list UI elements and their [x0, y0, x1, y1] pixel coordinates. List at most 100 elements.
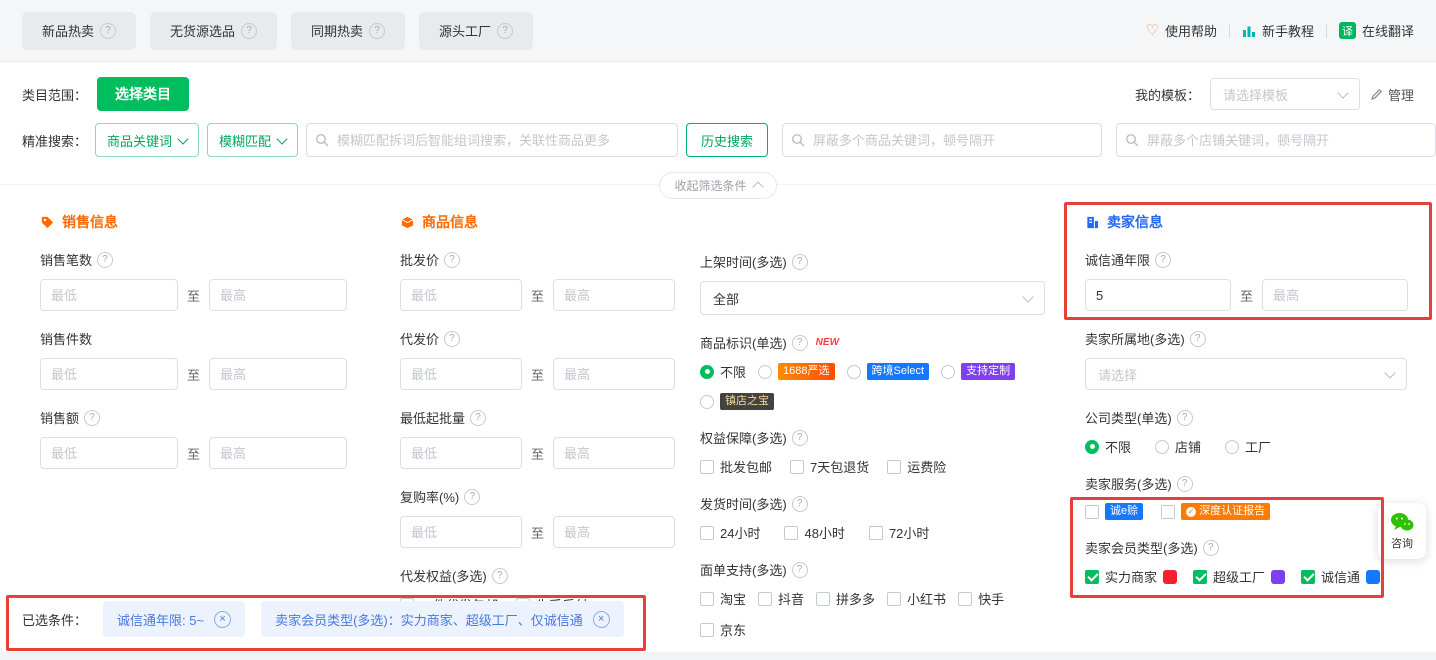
info-icon[interactable] [1190, 331, 1206, 347]
radio-tag-shop-treasure[interactable]: 镇店之宝 [700, 393, 774, 410]
manage-template-button[interactable]: 管理 [1370, 85, 1414, 104]
checkbox-48h[interactable]: 48小时 [784, 523, 844, 542]
info-icon[interactable] [444, 252, 460, 268]
radio-tag-crossborder-select[interactable]: 跨境Select [847, 363, 930, 380]
block-shop-keywords-input[interactable] [1116, 123, 1436, 157]
checkbox-wholesale-free-shipping[interactable]: 批发包邮 [700, 457, 772, 476]
info-icon[interactable] [792, 254, 808, 270]
collapse-filters-button[interactable]: 收起筛选条件 [659, 172, 776, 199]
checkbox-cheng-e-she[interactable]: 诚e赊 [1085, 503, 1143, 520]
match-mode-dropdown[interactable]: 模糊匹配 [207, 123, 298, 157]
my-template-label: 我的模板： [1135, 85, 1200, 104]
info-icon[interactable] [100, 23, 116, 39]
max-input[interactable] [553, 279, 675, 311]
radio-tag-1688-select[interactable]: 1688严选 [758, 363, 834, 380]
info-icon[interactable] [492, 568, 508, 584]
checkbox-super-factory[interactable]: 超级工厂 [1193, 567, 1285, 586]
info-icon[interactable] [369, 23, 385, 39]
info-icon[interactable] [444, 331, 460, 347]
checkbox-taobao[interactable]: 淘宝 [700, 589, 746, 608]
min-input[interactable] [40, 358, 178, 390]
min-input[interactable] [400, 437, 522, 469]
tab-no-source-selection[interactable]: 无货源选品 [150, 12, 277, 50]
checkbox-24h[interactable]: 24小时 [700, 523, 760, 542]
history-search-button[interactable]: 历史搜索 [686, 123, 768, 157]
shelf-time-select[interactable]: 全部 [700, 281, 1045, 315]
checkbox-icon [700, 526, 714, 540]
years-max-input[interactable] [1262, 279, 1408, 311]
info-icon[interactable] [84, 410, 100, 426]
info-icon[interactable] [1203, 540, 1219, 556]
info-icon[interactable] [1155, 252, 1171, 268]
divider [1229, 24, 1230, 38]
help-link[interactable]: ♡ 使用帮助 [1146, 21, 1217, 40]
info-icon[interactable] [792, 562, 808, 578]
max-input[interactable] [209, 358, 347, 390]
info-icon[interactable] [1177, 476, 1193, 492]
info-icon[interactable] [497, 23, 513, 39]
field-product-tag: 商品标识(单选) NEW 不限 1688严选 跨境Select [700, 333, 1050, 410]
checkbox-strength-merchant[interactable]: 实力商家 [1085, 567, 1177, 586]
checkbox-kuaishou[interactable]: 快手 [958, 589, 1004, 608]
checkbox-xiaohongshu[interactable]: 小红书 [887, 589, 946, 608]
max-input[interactable] [553, 516, 675, 548]
checkbox-douyin[interactable]: 抖音 [758, 589, 804, 608]
template-select[interactable]: 请选择模板 [1210, 78, 1360, 110]
checkbox-chengxintong[interactable]: 诚信通 [1301, 567, 1380, 586]
select-category-button[interactable]: 选择类目 [97, 77, 189, 111]
info-icon[interactable] [97, 252, 113, 268]
checkbox-icon [700, 592, 714, 606]
tab-new-hot[interactable]: 新品热卖 [22, 12, 136, 50]
checkbox-jingdong[interactable]: 京东 [700, 620, 746, 639]
info-icon[interactable] [241, 23, 257, 39]
tab-same-period-hot[interactable]: 同期热卖 [291, 12, 405, 50]
years-min-input[interactable] [1085, 279, 1231, 311]
info-icon[interactable] [470, 410, 486, 426]
max-input[interactable] [209, 279, 347, 311]
remove-condition-icon[interactable] [593, 611, 610, 628]
info-icon[interactable] [792, 496, 808, 512]
field-company-type: 公司类型(单选) 不限 店铺 工厂 [1085, 408, 1410, 456]
max-input[interactable] [553, 358, 675, 390]
remove-condition-icon[interactable] [214, 611, 231, 628]
checkbox-72h[interactable]: 72小时 [869, 523, 929, 542]
radio-company-shop[interactable]: 店铺 [1155, 437, 1201, 456]
info-icon[interactable] [464, 489, 480, 505]
field-wholesale-price: 批发价 至 [400, 250, 682, 311]
tab-source-factory[interactable]: 源头工厂 [419, 12, 533, 50]
wechat-icon [1390, 512, 1414, 532]
radio-company-unlimited[interactable]: 不限 [1085, 437, 1131, 456]
block-product-keywords-input[interactable] [782, 123, 1102, 157]
checkbox-7day-return[interactable]: 7天包退货 [790, 457, 869, 476]
radio-tag-unlimited[interactable]: 不限 [700, 362, 746, 381]
chevron-down-icon [1022, 291, 1033, 302]
min-input[interactable] [400, 358, 522, 390]
translate-link[interactable]: 译 在线翻译 [1339, 21, 1414, 40]
tutorial-link[interactable]: 新手教程 [1242, 21, 1314, 40]
main-search-input[interactable] [306, 123, 678, 157]
radio-icon [1085, 440, 1099, 454]
category-row: 类目范围： 选择类目 我的模板： 请选择模板 管理 [22, 76, 1414, 112]
info-icon[interactable] [792, 430, 808, 446]
radio-icon [1225, 440, 1239, 454]
min-input[interactable] [400, 516, 522, 548]
max-input[interactable] [553, 437, 675, 469]
checkbox-freight-insurance[interactable]: 运费险 [887, 457, 946, 476]
min-input[interactable] [40, 279, 178, 311]
wechat-consult-button[interactable]: 咨询 [1378, 503, 1426, 559]
max-input[interactable] [209, 437, 347, 469]
min-input[interactable] [400, 279, 522, 311]
checkbox-deep-certification-report[interactable]: 深度认证报告 [1161, 503, 1270, 520]
seller-location-select[interactable]: 请选择 [1085, 358, 1407, 390]
min-input[interactable] [40, 437, 178, 469]
checkbox-pinduoduo[interactable]: 拼多多 [816, 589, 875, 608]
info-icon[interactable] [1177, 410, 1193, 426]
keyword-type-dropdown[interactable]: 商品关键词 [95, 123, 199, 157]
radio-tag-customization[interactable]: 支持定制 [941, 363, 1015, 380]
chart-icon [1242, 24, 1256, 38]
section-sales-info: 销售信息 销售笔数 至 销售件数 至 销售额 至 [40, 212, 360, 469]
info-icon[interactable] [792, 335, 808, 351]
radio-company-factory[interactable]: 工厂 [1225, 437, 1271, 456]
radio-icon [700, 395, 714, 409]
section-listing-filters: 上架时间(多选) 全部 商品标识(单选) NEW 不限 1688严选 [700, 212, 1050, 639]
